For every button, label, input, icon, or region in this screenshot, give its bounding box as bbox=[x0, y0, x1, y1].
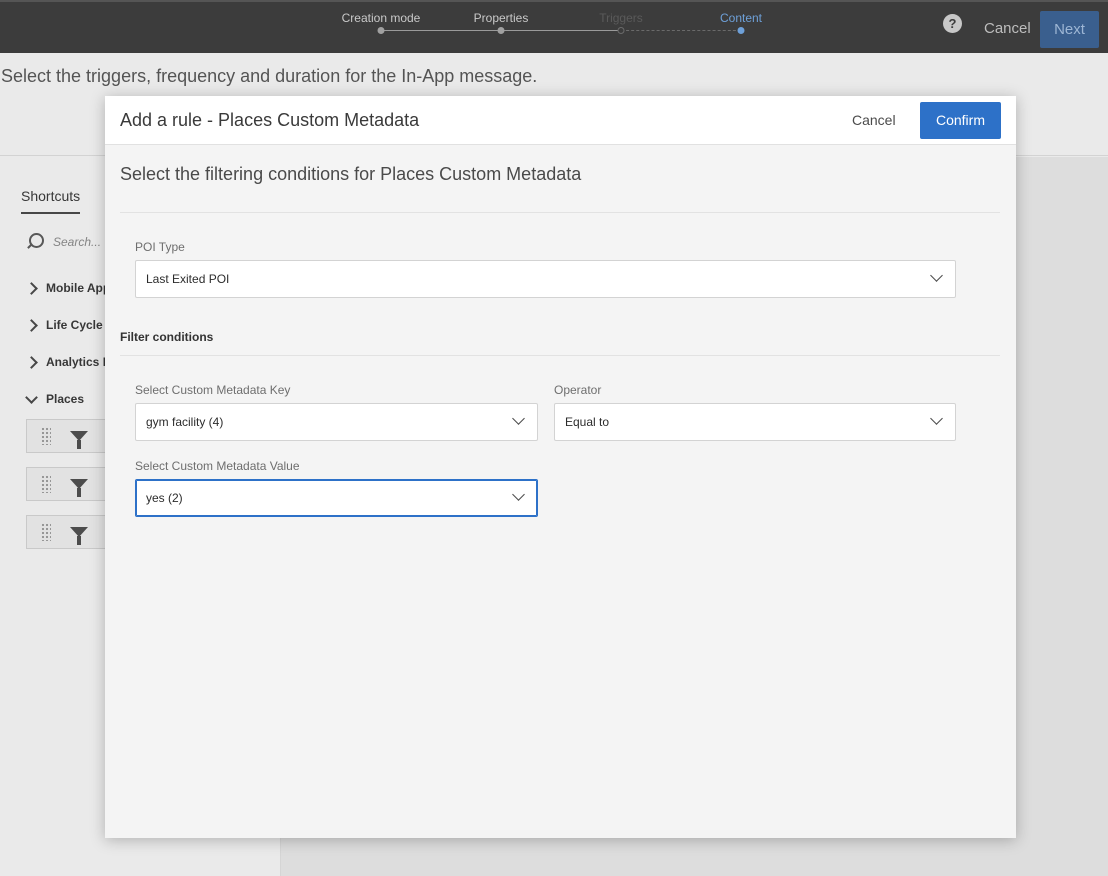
step-triggers[interactable]: Triggers bbox=[599, 11, 643, 25]
step-dot-properties bbox=[497, 27, 505, 34]
operator-select[interactable]: Equal to bbox=[554, 403, 956, 441]
help-icon[interactable]: ? bbox=[943, 14, 962, 33]
step-connector bbox=[621, 30, 741, 31]
top-cancel-button[interactable]: Cancel bbox=[984, 20, 1031, 37]
operator-label: Operator bbox=[554, 383, 602, 397]
step-dot-triggers bbox=[617, 27, 625, 34]
operator-value: Equal to bbox=[565, 415, 610, 429]
divider bbox=[120, 355, 1000, 356]
filter-conditions-heading: Filter conditions bbox=[120, 330, 214, 344]
step-content[interactable]: Content bbox=[720, 11, 762, 25]
dialog-cancel-button[interactable]: Cancel bbox=[852, 112, 896, 128]
next-button[interactable]: Next bbox=[1040, 11, 1099, 48]
metadata-value-select[interactable]: yes (2) bbox=[135, 479, 538, 517]
step-dot-creation-mode bbox=[377, 27, 385, 34]
poi-type-select[interactable]: Last Exited POI bbox=[135, 260, 956, 298]
divider bbox=[120, 212, 1000, 213]
metadata-key-select[interactable]: gym facility (4) bbox=[135, 403, 538, 441]
add-rule-dialog: Add a rule - Places Custom Metadata Canc… bbox=[105, 96, 1016, 838]
chevron-down-icon bbox=[931, 272, 943, 284]
step-connector bbox=[381, 30, 501, 31]
metadata-value-label: Select Custom Metadata Value bbox=[135, 459, 300, 473]
chevron-down-icon bbox=[513, 491, 525, 503]
chevron-down-icon bbox=[931, 415, 943, 427]
section-title: Select the filtering conditions for Plac… bbox=[120, 164, 582, 184]
step-connector bbox=[501, 30, 621, 31]
step-dot-content bbox=[737, 27, 745, 34]
metadata-key-value: gym facility (4) bbox=[146, 415, 224, 429]
step-properties[interactable]: Properties bbox=[474, 11, 529, 25]
chevron-down-icon bbox=[513, 415, 525, 427]
metadata-value-value: yes (2) bbox=[146, 491, 183, 505]
top-bar: Creation mode Properties Triggers Conten… bbox=[0, 0, 1108, 53]
poi-type-label: POI Type bbox=[135, 240, 185, 254]
dialog-header: Add a rule - Places Custom Metadata Canc… bbox=[105, 96, 1016, 145]
dialog-title: Add a rule - Places Custom Metadata bbox=[120, 110, 420, 130]
step-creation-mode[interactable]: Creation mode bbox=[342, 11, 421, 25]
metadata-key-label: Select Custom Metadata Key bbox=[135, 383, 291, 397]
confirm-button[interactable]: Confirm bbox=[920, 102, 1001, 139]
poi-type-value: Last Exited POI bbox=[146, 272, 230, 286]
